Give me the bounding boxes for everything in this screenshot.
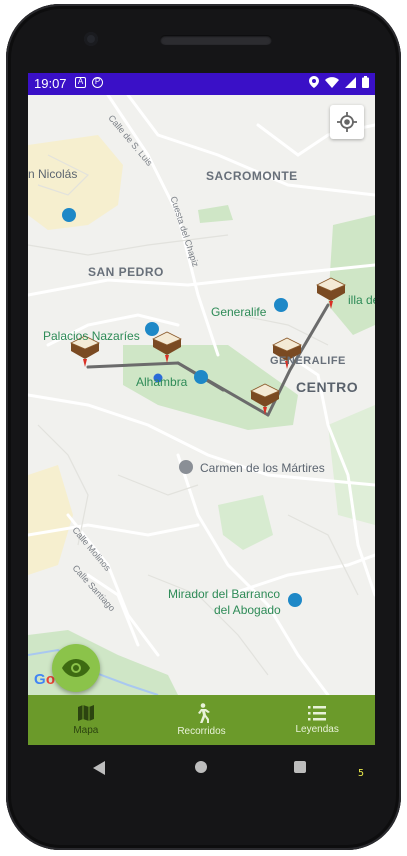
legend-marker-alhambra[interactable] — [150, 329, 190, 365]
map-label-mirador-1: Mirador del Barranco — [168, 587, 281, 601]
battery-icon — [362, 76, 369, 88]
nav-label-leyendas: Leyendas — [295, 724, 339, 735]
list-icon — [308, 706, 327, 721]
map-label-san-pedro: SAN PEDRO — [88, 265, 164, 279]
eye-icon — [62, 659, 90, 677]
system-navigation-bar — [0, 745, 407, 795]
nav-item-leyendas[interactable]: Leyendas — [259, 695, 375, 745]
map-label-san-nicolas: n Nicolás — [28, 167, 78, 181]
map-label-carmen-martires: Carmen de los Mártires — [200, 461, 325, 475]
signal-icon — [345, 76, 356, 88]
front-camera — [84, 32, 98, 46]
my-location-icon — [337, 112, 357, 132]
my-location-button[interactable] — [330, 105, 364, 139]
map-label-sacromonte: SACROMONTE — [206, 169, 298, 183]
nav-item-recorridos[interactable]: Recorridos — [144, 695, 260, 745]
nav-label-mapa: Mapa — [73, 725, 99, 736]
walk-icon — [197, 703, 210, 723]
map-label-generalife-place: Generalife — [211, 305, 267, 319]
map-icon — [77, 705, 94, 721]
map-label-generalife-area: GENERALIFE — [270, 355, 346, 367]
home-button[interactable] — [195, 761, 207, 773]
back-icon[interactable] — [93, 761, 105, 775]
status-time: 19:07 — [34, 76, 67, 91]
map-label-palacios-nazaries: Palacios Nazaríes — [43, 329, 140, 343]
map-label-silla: illa de — [348, 293, 375, 307]
map-canvas — [28, 95, 375, 695]
recents-button[interactable] — [294, 761, 306, 773]
toggle-view-fab[interactable] — [52, 644, 100, 692]
app-screen: 19:07 A P n Nicolás Calle de S. Luis SAC… — [28, 73, 375, 745]
bottom-navigation: Mapa Recorridos Leyendas — [28, 695, 375, 745]
legend-marker-centro[interactable] — [248, 381, 288, 417]
location-icon — [309, 76, 319, 88]
nav-label-recorridos: Recorridos — [177, 726, 226, 737]
nav-item-mapa[interactable]: Mapa — [28, 695, 144, 745]
map-label-alhambra: Alhambra — [136, 375, 188, 389]
map-label-mirador-2: del Abogado — [214, 603, 281, 617]
wifi-icon — [325, 76, 339, 88]
p-icon: P — [92, 77, 103, 88]
earpiece-speaker — [160, 35, 272, 45]
a-icon: A — [75, 77, 86, 88]
corner-digit: 5 — [358, 768, 365, 779]
status-bar: 19:07 A P — [28, 73, 375, 95]
map-view[interactable]: n Nicolás Calle de S. Luis SACROMONTE Cu… — [28, 95, 375, 695]
map-label-centro: CENTRO — [296, 379, 359, 395]
